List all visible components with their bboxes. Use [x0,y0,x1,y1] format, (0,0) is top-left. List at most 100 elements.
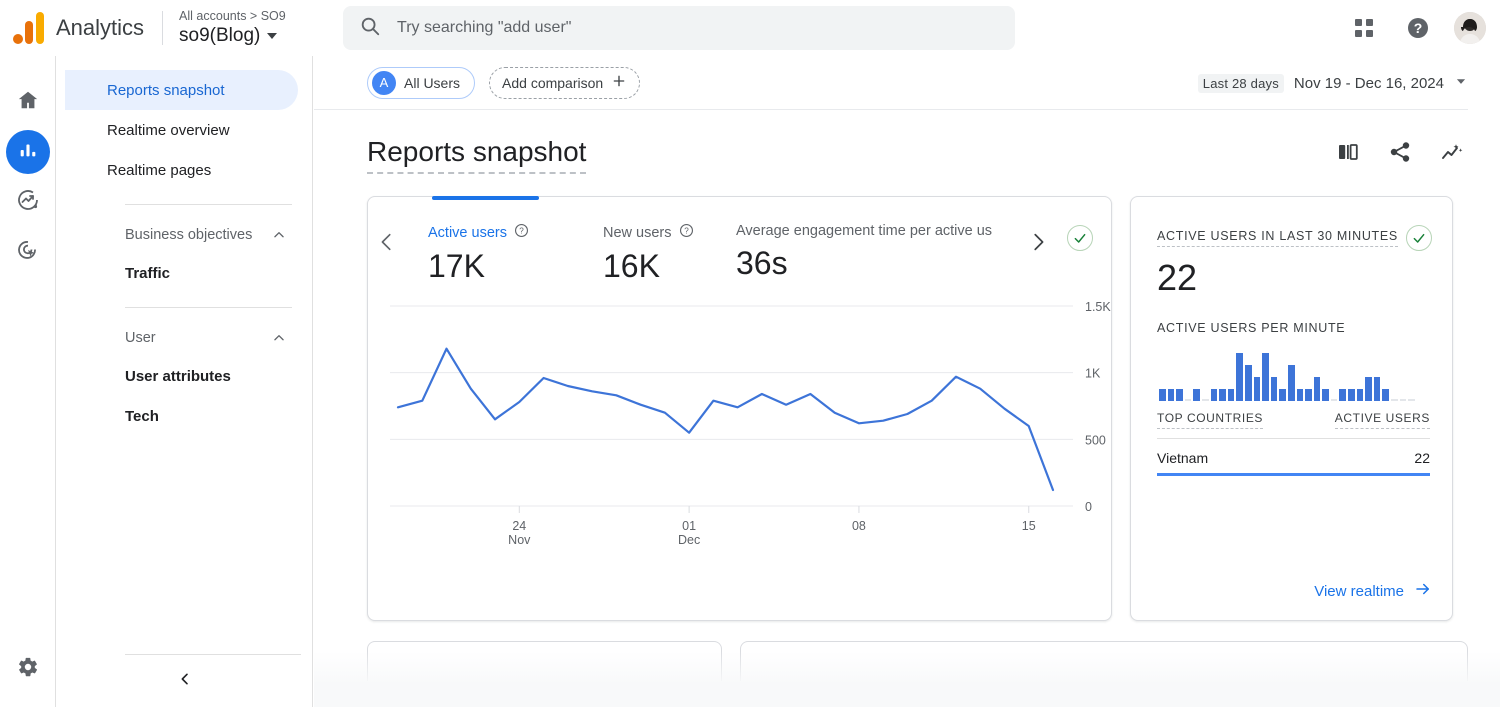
svg-text:Dec: Dec [678,533,700,547]
account-selector[interactable]: All accounts > SO9 so9(Blog) [179,9,309,48]
realtime-per-minute-label: ACTIVE USERS PER MINUTE [1157,321,1346,335]
sidebar-sub-label: Tech [125,407,159,425]
search-bar[interactable] [343,6,1016,50]
svg-text:?: ? [1414,20,1423,36]
header-actions: ? [1346,0,1486,56]
segment-label: All Users [404,74,461,91]
minute-bar [1201,399,1209,401]
minute-bar [1167,389,1175,401]
apps-grid-icon[interactable] [1346,10,1382,46]
minute-bar [1365,377,1372,401]
data-quality-check-circle-icon[interactable] [1067,225,1093,251]
metric-label: Active users [428,224,507,241]
sidebar-item-label: Realtime overview [107,121,230,139]
minute-bar [1236,353,1243,401]
avatar[interactable] [1454,12,1486,44]
page-title-row: Reports snapshot [314,110,1500,174]
left-nav: Reports snapshot Realtime overview Realt… [57,56,313,707]
minute-bar [1244,365,1252,401]
property-name-row: so9(Blog) [179,24,309,48]
minute-bar [1322,389,1329,401]
brand-name: Analytics [56,15,145,40]
help-icon[interactable]: ? [1400,10,1436,46]
minute-bar [1270,377,1278,401]
minute-bar [1296,389,1304,401]
minute-bar [1210,389,1218,401]
add-comparison-button[interactable]: Add comparison [489,66,641,99]
peek-card-left[interactable] [367,641,723,681]
rail-item-reports[interactable] [5,130,50,174]
svg-text:?: ? [684,227,689,236]
minute-bar [1262,353,1269,401]
active-users-line-chart[interactable]: 0 500 1K 1.5K 24 Nov 01 Dec 08 15 [368,293,1113,593]
metrics-next-button[interactable] [1027,231,1049,258]
nav-section-business-objectives[interactable]: Business objectives [57,217,312,253]
top-header: Analytics All accounts > SO9 so9(Blog) T… [0,0,1500,56]
svg-text:Nov: Nov [508,533,531,547]
country-share-bar [1157,473,1430,476]
svg-text:15: 15 [1022,519,1036,533]
minute-bar [1219,389,1226,401]
realtime-card: ACTIVE USERS IN LAST 30 MINUTES 22 ACTIV… [1130,196,1453,621]
nav-footer-divider [125,654,301,655]
realtime-check-circle-icon[interactable] [1406,225,1432,251]
page-title: Reports snapshot [367,134,587,174]
segment-chip-all-users[interactable]: A All Users [367,66,476,99]
info-icon[interactable]: ? [679,223,694,242]
nav-divider [125,204,292,205]
minute-bar [1339,389,1347,401]
metrics-prev-button[interactable] [376,231,398,258]
collapse-nav-button[interactable] [57,661,313,701]
minute-bar [1227,389,1235,401]
search-icon [359,15,381,42]
minute-bar [1313,377,1321,401]
minute-bar [1176,389,1183,401]
property-name: so9(Blog) [179,24,261,46]
search-input[interactable] [397,19,958,37]
table-row[interactable]: Vietnam 22 [1157,439,1430,466]
insights-icon[interactable] [1436,136,1468,168]
sidebar-item-reports-snapshot[interactable]: Reports snapshot [65,70,298,110]
minute-bar [1253,377,1261,401]
rail-item-explore[interactable] [6,180,50,224]
metrics-list: Active users ? 17K New users ? 16K Avera… [368,223,1066,288]
sidebar-item-user-attributes[interactable]: User attributes [57,356,312,396]
advertising-target-icon [16,238,40,267]
info-icon[interactable]: ? [514,223,529,242]
rail-item-home[interactable] [6,80,50,124]
minute-bar [1305,389,1312,401]
compare-icon[interactable] [1332,136,1364,168]
peek-card-right[interactable] [740,641,1468,681]
metric-new-users[interactable]: New users ? 16K [603,223,736,288]
cards-row: Active users ? 17K New users ? 16K Avera… [314,174,1500,621]
svg-text:500: 500 [1085,433,1106,447]
chevron-down-icon [267,32,278,39]
realtime-active-users-value: 22 [1157,257,1198,298]
rail-item-settings[interactable] [6,647,50,691]
share-icon[interactable] [1384,136,1416,168]
date-range-selector[interactable]: Last 28 days Nov 19 - Dec 16, 2024 [1197,56,1468,110]
metric-label-row: New users ? [603,223,736,242]
table-header-row: TOP COUNTRIES ACTIVE USERS [1157,411,1430,429]
active-users-per-minute-bar-chart [1157,351,1430,401]
nav-section-label: User [125,330,156,346]
minute-bar [1348,389,1355,401]
metric-label-row: Active users ? [428,223,603,242]
nav-section-user[interactable]: User [57,320,312,356]
minute-bar [1356,389,1364,401]
sidebar-item-tech[interactable]: Tech [57,396,312,436]
minute-bar [1408,399,1415,401]
minute-bar [1399,399,1407,401]
next-cards-peek-row [314,621,1500,681]
svg-text:01: 01 [682,519,696,533]
realtime-headline-label: ACTIVE USERS IN LAST 30 MINUTES [1157,229,1398,247]
rail-item-advertising[interactable] [6,230,50,274]
sidebar-item-realtime-pages[interactable]: Realtime pages [65,150,298,190]
sidebar-item-traffic[interactable]: Traffic [57,253,312,293]
view-realtime-link[interactable]: View realtime [1314,580,1432,602]
metric-active-users[interactable]: Active users ? 17K [428,223,603,288]
svg-text:24: 24 [512,519,526,533]
metrics-header: Active users ? 17K New users ? 16K Avera… [368,197,1111,293]
sidebar-item-realtime-overview[interactable]: Realtime overview [65,110,298,150]
metric-avg-engagement-time[interactable]: Average engagement time per active us 36… [736,223,1066,288]
